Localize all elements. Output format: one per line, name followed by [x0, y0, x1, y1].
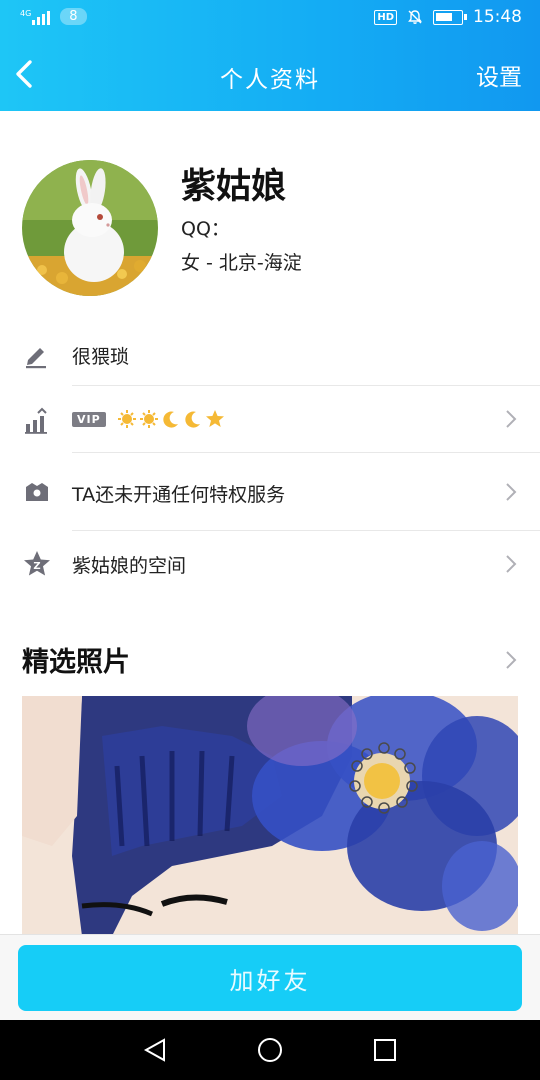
network-type: 4G — [20, 8, 32, 18]
qzone-star-icon: Z — [24, 551, 50, 576]
level-icons — [117, 409, 225, 429]
privilege-row[interactable]: TA还未开通任何特权服务 — [0, 453, 540, 530]
chevron-right-icon — [506, 555, 517, 573]
page-title: 个人资料 — [220, 67, 320, 93]
settings-button[interactable]: 设置 — [476, 58, 522, 92]
nav-bar: 个人资料 设置 — [0, 44, 540, 104]
signal-icon: 4G — [20, 8, 51, 25]
signature-text: 很猥琐 — [72, 346, 130, 368]
add-friend-button[interactable]: 加好友 — [18, 945, 522, 1011]
featured-photos-title: 精选照片 — [22, 647, 130, 678]
battery-charging-icon — [433, 9, 467, 25]
bell-muted-icon — [408, 10, 422, 24]
vip-level-row[interactable]: VIP — [0, 386, 540, 452]
bottom-action-bar: 加好友 — [0, 934, 540, 1021]
star-icon — [206, 410, 224, 427]
chevron-right-icon — [506, 483, 517, 501]
vip-badge: VIP — [72, 412, 106, 427]
profile-name: 紫姑娘 — [181, 167, 287, 207]
qq-number: QQ： — [181, 218, 230, 240]
svg-text:Z: Z — [33, 561, 40, 572]
sun-icon — [140, 410, 158, 428]
qzone-text: 紫姑娘的空间 — [72, 555, 187, 577]
chevron-right-icon[interactable] — [504, 650, 518, 670]
pencil-icon — [26, 348, 46, 369]
avatar[interactable] — [22, 160, 158, 296]
recents-square-icon[interactable] — [372, 1037, 398, 1063]
system-nav-bar — [0, 1020, 540, 1080]
notification-count-badge: 8 — [60, 8, 87, 25]
hd-badge: HD — [374, 9, 397, 25]
home-circle-icon[interactable] — [257, 1037, 283, 1063]
watercolor-girl-with-flower — [22, 696, 518, 936]
rabbit-avatar — [22, 160, 158, 296]
qzone-row[interactable]: Z 紫姑娘的空间 — [0, 531, 540, 597]
moon-icon — [185, 411, 200, 428]
signature-row[interactable]: 很猥琐 — [0, 325, 540, 385]
chevron-right-icon — [506, 410, 517, 428]
sun-icon — [118, 410, 136, 428]
status-bar: 4G 8 HD 15:48 — [0, 0, 540, 36]
featured-photo[interactable] — [22, 696, 518, 936]
back-triangle-icon[interactable] — [142, 1037, 168, 1063]
privilege-text: TA还未开通任何特权服务 — [72, 484, 286, 506]
header: 4G 8 HD 15:48 个人资料 设置 — [0, 0, 540, 111]
profile-location: 女 - 北京-海淀 — [181, 252, 302, 274]
moon-icon — [163, 411, 178, 428]
crown-icon — [26, 483, 48, 501]
clock: 15:48 — [473, 7, 522, 27]
